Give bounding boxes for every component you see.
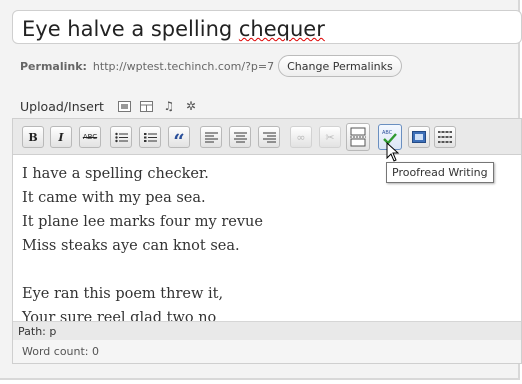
change-permalinks-button[interactable]: Change Permalinks [278,55,402,77]
word-count: Word count: 0 [13,340,521,363]
content-line: Miss steaks aye can knot sea. [22,238,240,254]
permalink-row: Permalink: http://wptest.techinch.com/?p… [20,55,402,77]
editor-toolbar: B I ABC “ ∞ ✂ ABC [13,119,521,155]
fullscreen-button[interactable] [408,126,430,148]
content-line: It plane lee marks four my revue [22,214,263,230]
bullet-list-button[interactable] [110,126,132,148]
upload-insert-label: Upload/Insert [20,98,104,114]
image-icon[interactable] [118,99,132,113]
post-editor: B I ABC “ ∞ ✂ ABC I have a spelling chec… [12,118,522,364]
numbered-list-button[interactable] [139,126,161,148]
kitchen-sink-icon [438,131,452,143]
align-right-icon [262,132,276,142]
align-right-button[interactable] [258,126,280,148]
numbered-list-icon [143,132,157,142]
content-line: I have a spelling checker. [22,166,209,182]
align-left-icon [204,132,218,142]
kitchen-sink-button[interactable] [434,126,456,148]
permalink-label: Permalink: [20,59,87,73]
blockquote-button[interactable]: “ [168,126,190,153]
content-line: Your sure reel glad two no [22,310,217,321]
upload-insert-row: Upload/Insert ♫ ✲ [20,96,198,116]
audio-icon[interactable]: ♫ [162,99,176,113]
media-icon[interactable] [140,99,154,113]
svg-text:ABC: ABC [382,130,393,136]
more-tag-icon [350,127,366,147]
align-left-button[interactable] [200,126,222,148]
unlink-button[interactable]: ✂ [319,126,341,148]
bullet-list-icon [114,132,128,142]
align-center-icon [233,132,247,142]
italic-button[interactable]: I [50,126,72,148]
element-path: Path: p [13,321,521,340]
permalink-url: http://wptest.techinch.com/?p=7 [92,59,275,73]
strikethrough-button[interactable]: ABC [79,126,101,148]
bold-button[interactable]: B [22,126,44,148]
other-media-icon[interactable]: ✲ [184,99,198,113]
content-line: It came with my pea sea. [22,190,206,206]
insert-link-button[interactable]: ∞ [290,126,312,148]
insert-more-button[interactable] [346,123,370,151]
mouse-cursor-icon [386,142,400,162]
content-line: Eye ran this poem threw it, [22,286,224,302]
misspelled-word: chequer [238,17,325,41]
fullscreen-icon [412,131,426,143]
align-center-button[interactable] [229,126,251,148]
post-title-field[interactable]: Eye halve a spelling chequer [12,10,522,44]
proofread-tooltip: Proofread Writing [386,162,494,183]
post-title-text[interactable]: Eye halve a spelling chequer [22,17,325,41]
